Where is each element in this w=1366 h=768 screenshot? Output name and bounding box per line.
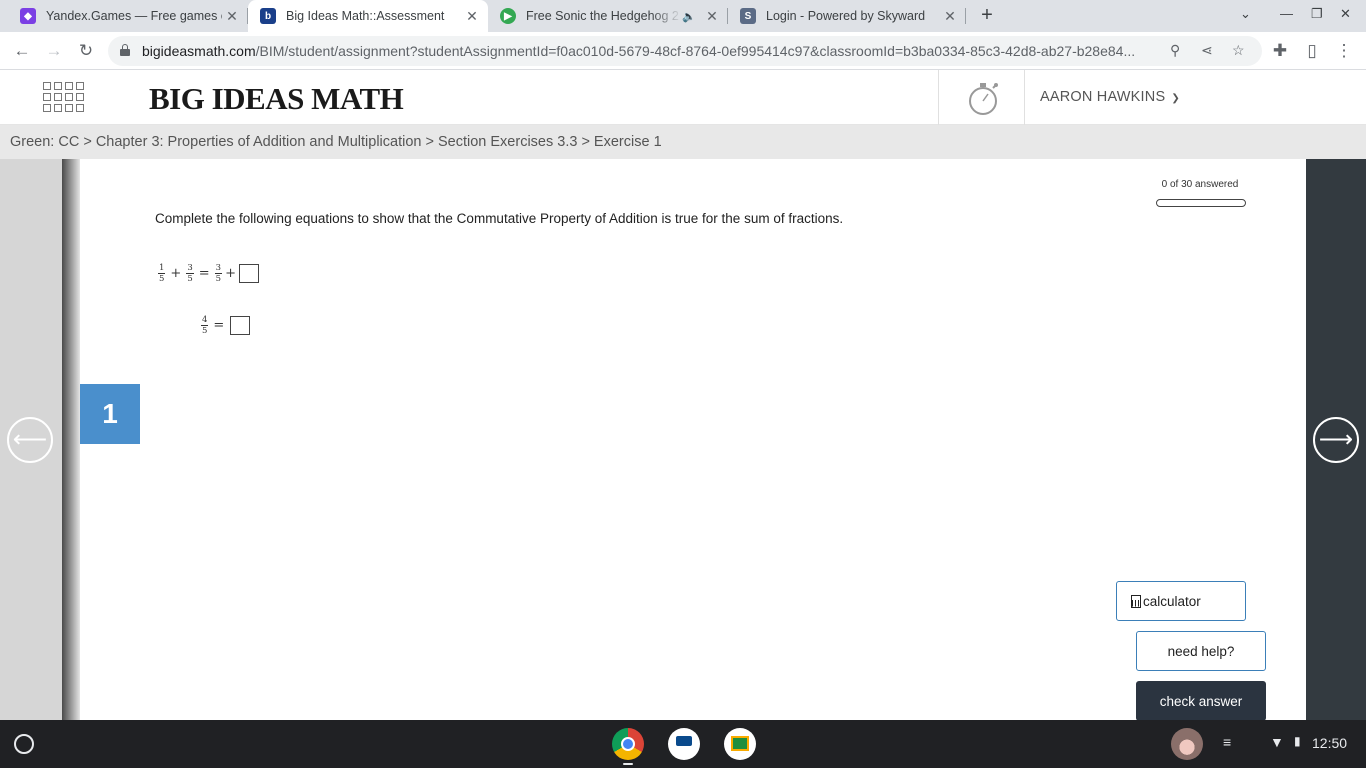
answer-box-2[interactable] — [230, 316, 251, 335]
notes-icon[interactable]: ≡ — [1223, 734, 1231, 750]
close-tab-icon[interactable]: ✕ — [702, 8, 722, 25]
close-tab-icon[interactable]: ✕ — [940, 8, 960, 25]
google-classroom-icon[interactable] — [724, 728, 756, 760]
question-number-badge: 1 — [80, 384, 140, 444]
tab-search-icon[interactable]: ⌄ — [1240, 6, 1251, 22]
tab-title: Free Sonic the Hedgehog 2 — [526, 9, 679, 23]
avatar[interactable] — [1171, 728, 1203, 760]
launcher-icon[interactable] — [14, 734, 34, 754]
fraction: 35 — [214, 263, 223, 284]
tab-title: Yandex.Games — Free games on — [46, 9, 222, 23]
restore-button[interactable]: ❐ — [1311, 6, 1323, 22]
close-tab-icon[interactable]: ✕ — [222, 8, 242, 25]
equals-sign: = — [198, 266, 210, 281]
question-prompt: Complete the following equations to show… — [155, 211, 844, 226]
play-icon: ▶ — [500, 8, 516, 24]
progress-bar — [1156, 199, 1246, 207]
wifi-icon[interactable]: ▼ — [1270, 734, 1284, 750]
tab-yandex-games[interactable]: ◆ Yandex.Games — Free games on ✕ — [8, 0, 248, 32]
minimize-button[interactable]: — — [1280, 6, 1293, 21]
address-bar[interactable]: bigideasmath.com/BIM/student/assignment?… — [108, 36, 1262, 66]
forward-icon[interactable]: → — [43, 40, 65, 62]
calculator-label: calculator — [1143, 593, 1201, 609]
big-ideas-math-logo: BIG IDEAS MATH — [149, 81, 404, 116]
previous-question-button[interactable]: ⟵ — [7, 417, 53, 463]
fraction: 45 — [201, 315, 209, 336]
chevron-down-icon: ❯ — [1171, 93, 1180, 104]
tab-sonic[interactable]: ▶ Free Sonic the Hedgehog 2 🔈 ✕ — [488, 0, 728, 32]
check-answer-button[interactable]: check answer — [1136, 681, 1266, 721]
battery-icon[interactable]: ▮ — [1294, 734, 1301, 748]
bookmark-star-icon[interactable]: ☆ — [1232, 42, 1245, 59]
extensions-icon[interactable]: ✚ — [1269, 40, 1291, 62]
answer-box-1[interactable] — [238, 264, 259, 283]
url-domain: bigideasmath.com — [142, 43, 256, 59]
pearson-app-icon[interactable] — [668, 728, 700, 760]
chrome-icon[interactable] — [612, 728, 644, 760]
next-question-button[interactable]: ⟶ — [1313, 417, 1359, 463]
breadcrumb[interactable]: Green: CC > Chapter 3: Properties of Add… — [10, 134, 662, 150]
site-header: BIG IDEAS MATH AARON HAWKINS ❯ — [0, 70, 1366, 125]
lock-icon[interactable] — [120, 44, 130, 56]
browser-toolbar: ← → ↻ bigideasmath.com/BIM/student/assig… — [0, 32, 1366, 70]
equation-1: 15 + 35 = 35 + — [156, 264, 259, 283]
reload-icon[interactable]: ↻ — [75, 40, 97, 62]
fraction: 35 — [186, 263, 194, 284]
breadcrumb-bar: Green: CC > Chapter 3: Properties of Add… — [0, 125, 1366, 159]
assignment-content — [80, 159, 1286, 720]
progress-label: 0 of 30 answered — [1161, 179, 1239, 190]
fraction: 15 — [158, 263, 166, 284]
need-help-button[interactable]: need help? — [1136, 631, 1266, 671]
close-window-button[interactable]: ✕ — [1340, 6, 1351, 22]
back-icon[interactable]: ← — [11, 40, 33, 62]
tab-title: Big Ideas Math::Assessment — [286, 9, 445, 23]
calculator-button[interactable]: calculator — [1116, 581, 1246, 621]
clock[interactable]: 12:50 — [1312, 735, 1347, 751]
tab-title: Login - Powered by Skyward — [766, 9, 926, 23]
url-text[interactable]: bigideasmath.com/BIM/student/assignment?… — [142, 43, 1152, 59]
os-shelf — [0, 720, 1366, 768]
location-icon[interactable]: ⚲ — [1170, 42, 1180, 59]
calculator-icon — [1131, 594, 1141, 608]
apps-grid-icon[interactable] — [43, 82, 85, 114]
tab-strip: ◆ Yandex.Games — Free games on ✕ b Big I… — [0, 0, 1366, 32]
stopwatch-icon[interactable] — [966, 80, 1000, 118]
close-tab-icon[interactable]: ✕ — [462, 8, 482, 25]
menu-kebab-icon[interactable]: ⋮ — [1333, 40, 1355, 62]
equals-sign: = — [213, 318, 225, 333]
audio-icon[interactable]: 🔈 — [682, 10, 696, 23]
new-tab-button[interactable]: + — [976, 4, 998, 26]
equation-2: 45 = — [199, 315, 251, 336]
skyward-icon: S — [740, 8, 756, 24]
yandex-games-icon: ◆ — [20, 8, 36, 24]
plus-sign: + — [170, 266, 182, 281]
user-menu[interactable]: AARON HAWKINS ❯ — [1040, 89, 1180, 105]
active-app-indicator — [623, 763, 633, 765]
share-icon[interactable]: ⋖ — [1201, 42, 1213, 59]
tab-skyward[interactable]: S Login - Powered by Skyward ✕ — [728, 0, 966, 32]
tab-big-ideas-math[interactable]: b Big Ideas Math::Assessment ✕ — [248, 0, 488, 32]
big-ideas-icon: b — [260, 8, 276, 24]
side-panel-icon[interactable]: ▯ — [1301, 40, 1323, 62]
plus-sign: + — [225, 266, 236, 281]
user-name: AARON HAWKINS — [1040, 89, 1166, 105]
url-path: /BIM/student/assignment?studentAssignmen… — [255, 43, 1136, 59]
